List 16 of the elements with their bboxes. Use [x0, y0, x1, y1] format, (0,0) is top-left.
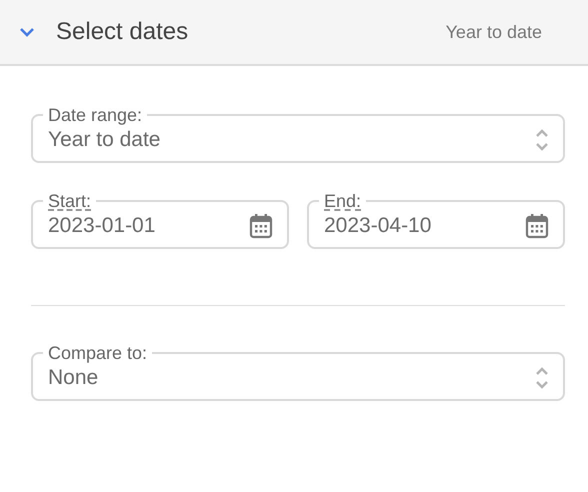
updown-icon — [535, 366, 549, 390]
field-label: Start: — [47, 190, 92, 212]
field-label: Compare to: — [47, 342, 148, 364]
field-label: End: — [323, 190, 362, 212]
calendar-icon[interactable] — [525, 212, 549, 238]
updown-icon — [535, 128, 549, 152]
field-value: None — [48, 366, 98, 390]
field-value: 2023-01-01 — [48, 214, 156, 238]
selection-summary: Year to date — [446, 22, 542, 42]
calendar-icon[interactable] — [249, 212, 273, 238]
section-title: Select dates — [56, 18, 190, 46]
field-value: Year to date — [48, 128, 160, 152]
field-label: Date range: — [47, 104, 144, 126]
panel-header[interactable]: Select dates Year to date — [0, 0, 588, 66]
field-value: 2023-04-10 — [324, 214, 432, 238]
chevron-icon[interactable] — [19, 25, 35, 39]
